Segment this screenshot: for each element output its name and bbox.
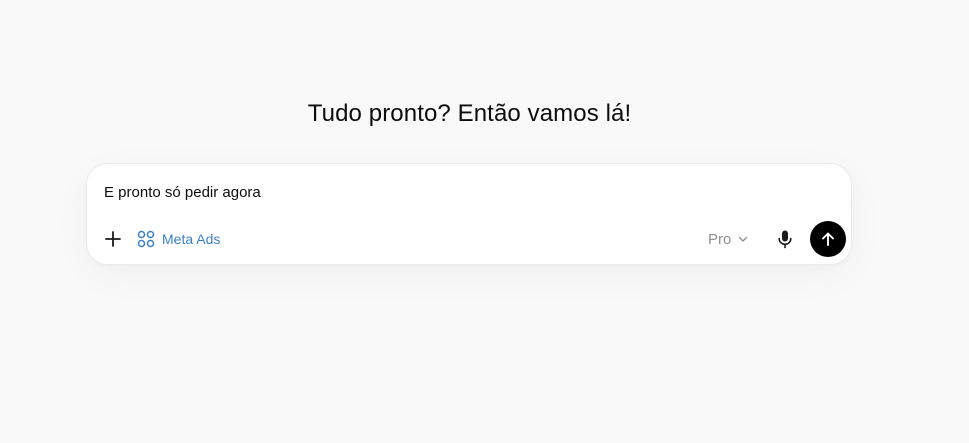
- voice-input-button[interactable]: [771, 225, 799, 253]
- meta-ads-tool-button[interactable]: Meta Ads: [137, 227, 220, 251]
- page: Tudo pronto? Então vamos lá! Meta Ads Pr…: [0, 0, 969, 443]
- chevron-down-icon: [739, 236, 748, 242]
- page-title: Tudo pronto? Então vamos lá!: [307, 100, 632, 127]
- model-label: Pro: [708, 230, 732, 248]
- prompt-input[interactable]: [104, 184, 784, 201]
- microphone-icon: [778, 230, 792, 249]
- add-attachment-button[interactable]: [99, 225, 127, 253]
- composer: Meta Ads Pro: [86, 163, 852, 265]
- meta-ads-label: Meta Ads: [162, 231, 221, 247]
- model-selector[interactable]: Pro: [708, 227, 749, 251]
- arrow-up-icon: [822, 232, 834, 246]
- plus-icon: [105, 231, 121, 247]
- grid-icon: [137, 230, 155, 248]
- send-button[interactable]: [810, 221, 846, 257]
